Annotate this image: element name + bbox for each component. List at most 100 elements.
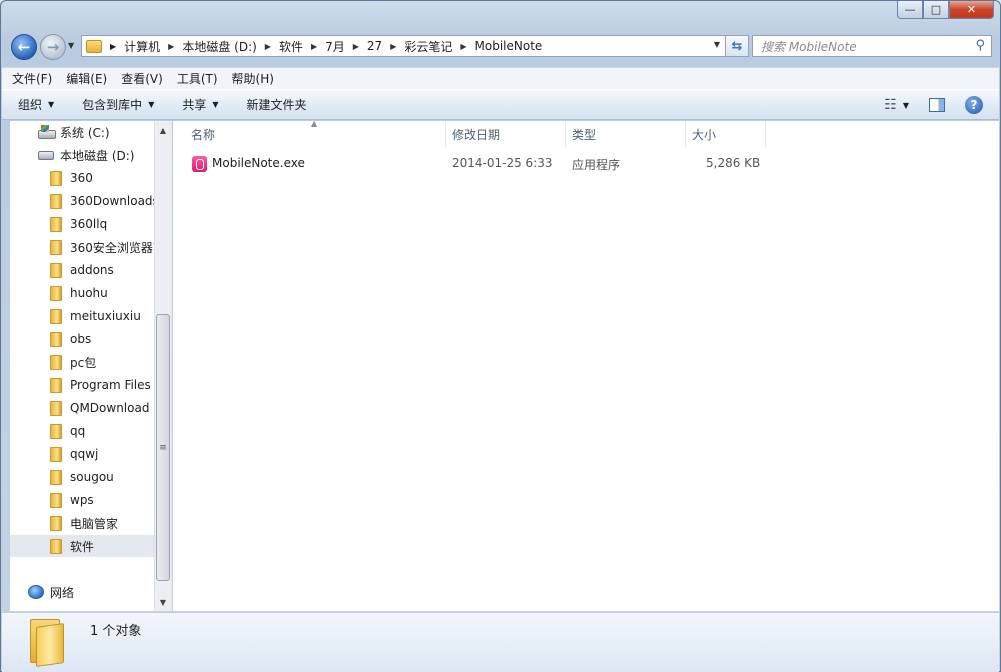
details-pane: 1 个对象 xyxy=(2,612,999,672)
folder-icon xyxy=(50,515,62,531)
folder-icon xyxy=(50,492,62,508)
nav-item-folder[interactable]: QMDownload xyxy=(10,397,155,419)
nav-item-network[interactable]: 网络 xyxy=(10,581,155,603)
nav-item-folder[interactable]: 360 xyxy=(10,167,155,189)
breadcrumb-item[interactable]: MobileNote xyxy=(475,39,543,53)
column-headers: ▲ 名称 修改日期 类型 大小 xyxy=(173,119,999,147)
refresh-button[interactable]: ⇆ xyxy=(725,35,749,57)
column-header-size[interactable]: 大小 xyxy=(686,121,766,147)
nav-item-label: Program Files xyxy=(70,378,151,392)
nav-item-folder[interactable]: huohu xyxy=(10,282,155,304)
item-count: 1 个对象 xyxy=(90,624,142,639)
breadcrumb-item[interactable]: 本地磁盘 (D:) xyxy=(182,38,256,55)
explorer-window: — □ ✕ ← → ▼ ▶ 计算机 ▶ 本地磁盘 (D:) ▶ 软件 ▶ 7月 … xyxy=(0,0,1001,672)
chevron-down-icon[interactable]: ▼ xyxy=(903,101,909,110)
nav-item-folder[interactable]: wps xyxy=(10,489,155,511)
scrollbar-thumb[interactable]: ≡ xyxy=(156,314,170,581)
nav-item-folder[interactable]: sougou xyxy=(10,466,155,488)
file-name: MobileNote.exe xyxy=(212,156,305,170)
nav-item-label: 360Downloads xyxy=(70,194,155,208)
include-in-library-button[interactable]: 包含到库中 ▼ xyxy=(82,96,154,113)
recent-pages-dropdown[interactable]: ▼ xyxy=(68,41,74,50)
nav-item-folder[interactable]: obs xyxy=(10,328,155,350)
address-bar[interactable]: ▶ 计算机 ▶ 本地磁盘 (D:) ▶ 软件 ▶ 7月 ▶ 27 ▶ 彩云笔记 … xyxy=(81,35,727,57)
nav-item-local-disk-d[interactable]: 本地磁盘 (D:) xyxy=(10,144,155,166)
chevron-right-icon[interactable]: ▶ xyxy=(265,42,271,51)
search-icon[interactable]: ⚲ xyxy=(975,38,985,53)
nav-item-label: 360安全浏览器下 xyxy=(70,240,155,255)
organize-button[interactable]: 组织 ▼ xyxy=(18,96,54,113)
menu-bar: 文件(F) 编辑(E) 查看(V) 工具(T) 帮助(H) xyxy=(2,67,999,89)
nav-item-label: 360 xyxy=(70,171,93,185)
nav-item-folder[interactable]: Program Files xyxy=(10,374,155,396)
new-folder-button[interactable]: 新建文件夹 xyxy=(247,96,307,113)
folder-icon xyxy=(50,331,62,347)
preview-pane-icon[interactable] xyxy=(929,98,945,112)
nav-item-folder[interactable]: 电脑管家 xyxy=(10,512,155,534)
maximize-button[interactable]: □ xyxy=(923,1,949,19)
folder-icon xyxy=(50,262,62,278)
nav-item-label: 本地磁盘 (D:) xyxy=(60,148,135,163)
file-type: 应用程序 xyxy=(572,158,621,172)
breadcrumb-item[interactable]: 27 xyxy=(367,39,382,53)
chevron-right-icon[interactable]: ▶ xyxy=(390,42,396,51)
chevron-down-icon: ▼ xyxy=(212,100,219,109)
folder-icon xyxy=(50,469,62,485)
view-options-icon[interactable]: ☷ xyxy=(884,97,897,113)
forward-button[interactable]: → xyxy=(40,34,66,60)
close-button[interactable]: ✕ xyxy=(949,1,994,19)
nav-item-folder[interactable]: 360安全浏览器下 xyxy=(10,236,155,258)
nav-item-folder[interactable]: addons xyxy=(10,259,155,281)
nav-item-folder[interactable]: 360llq xyxy=(10,213,155,235)
menu-help[interactable]: 帮助(H) xyxy=(232,70,274,87)
file-list-pane: ▲ 名称 修改日期 类型 大小 MobileNote.exe 2014-01-2… xyxy=(173,119,999,611)
navigation-scrollbar[interactable]: ▲ ≡ ▼ xyxy=(154,121,171,611)
column-header-name[interactable]: 名称 xyxy=(185,121,446,147)
nav-item-folder[interactable]: pc包 xyxy=(10,351,155,373)
address-history-dropdown[interactable]: ▼ xyxy=(714,40,720,49)
search-input[interactable]: 搜索 MobileNote ⚲ xyxy=(752,35,992,57)
nav-item-folder[interactable]: qqwj xyxy=(10,443,155,465)
nav-item-folder[interactable]: meituxiuxiu xyxy=(10,305,155,327)
chevron-down-icon: ▼ xyxy=(48,100,55,109)
minimize-button[interactable]: — xyxy=(897,1,923,19)
scroll-down-arrow-icon[interactable]: ▼ xyxy=(155,594,171,611)
menu-tools[interactable]: 工具(T) xyxy=(177,70,218,87)
nav-item-folder[interactable]: qq xyxy=(10,420,155,442)
chevron-right-icon[interactable]: ▶ xyxy=(110,42,116,51)
breadcrumb-item[interactable]: 软件 xyxy=(279,38,303,55)
nav-item-system-drive[interactable]: 系统 (C:) xyxy=(10,121,155,143)
breadcrumb-item[interactable]: 计算机 xyxy=(124,38,160,55)
nav-item-label: 网络 xyxy=(50,585,75,600)
chevron-right-icon[interactable]: ▶ xyxy=(168,42,174,51)
caption-buttons: — □ ✕ xyxy=(897,1,994,19)
back-button[interactable]: ← xyxy=(11,34,37,60)
chevron-right-icon[interactable]: ▶ xyxy=(353,42,359,51)
column-header-type[interactable]: 类型 xyxy=(566,121,686,147)
breadcrumb-item[interactable]: 彩云笔记 xyxy=(404,38,452,55)
file-row[interactable]: MobileNote.exe 2014-01-25 6:33 应用程序 5,28… xyxy=(185,153,773,175)
scroll-up-arrow-icon[interactable]: ▲ xyxy=(155,122,171,139)
share-label: 共享 xyxy=(182,98,207,112)
organize-label: 组织 xyxy=(18,98,43,112)
menu-file[interactable]: 文件(F) xyxy=(12,70,52,87)
folder-icon xyxy=(50,193,62,209)
menu-edit[interactable]: 编辑(E) xyxy=(66,70,107,87)
menu-view[interactable]: 查看(V) xyxy=(121,70,163,87)
nav-item-label: wps xyxy=(70,493,94,507)
help-icon[interactable]: ? xyxy=(965,96,983,114)
include-in-library-label: 包含到库中 xyxy=(82,98,143,112)
chevron-right-icon[interactable]: ▶ xyxy=(460,42,466,51)
nav-item-label: 电脑管家 xyxy=(70,516,119,531)
folder-icon xyxy=(50,285,62,301)
nav-item-selected-folder[interactable]: 软件 xyxy=(10,535,155,557)
drive-icon xyxy=(38,150,54,160)
nav-item-folder[interactable]: 360Downloads xyxy=(10,190,155,212)
share-button[interactable]: 共享 ▼ xyxy=(182,96,218,113)
breadcrumb-item[interactable]: 7月 xyxy=(325,38,345,55)
chevron-right-icon[interactable]: ▶ xyxy=(311,42,317,51)
folder-icon xyxy=(50,170,62,186)
folder-icon xyxy=(50,538,62,554)
column-header-modified[interactable]: 修改日期 xyxy=(446,121,566,147)
navigation-pane: 系统 (C:) 本地磁盘 (D:) 360 360Downloads 360ll… xyxy=(10,121,172,611)
